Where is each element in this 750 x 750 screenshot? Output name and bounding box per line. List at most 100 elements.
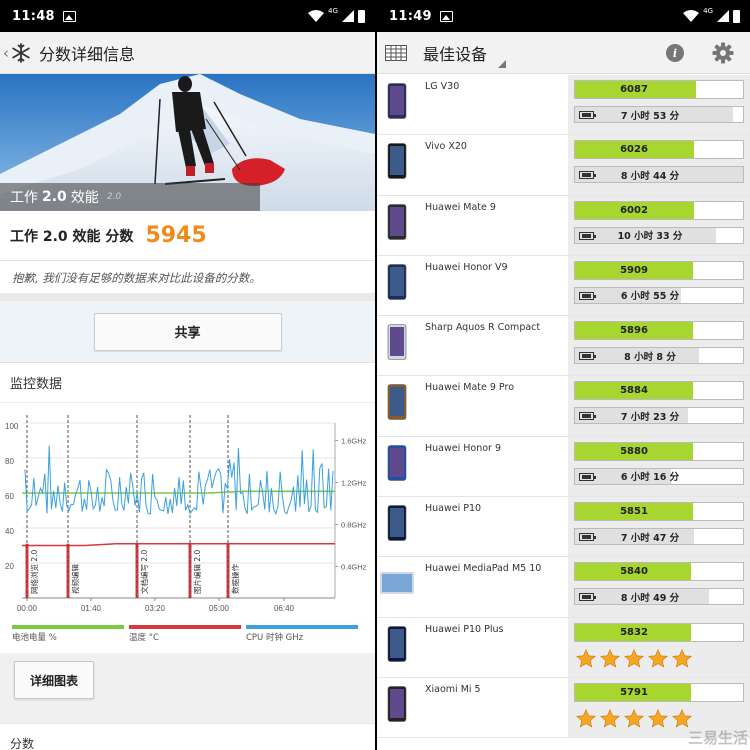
star-rating-icon — [624, 648, 644, 668]
status-bar-right: 11:49 4G — [377, 0, 750, 32]
score-bar: 5884 — [574, 381, 744, 401]
device-score: 5832 — [620, 626, 648, 638]
device-score-cell: 6002 10 小时 33 分 — [568, 195, 750, 255]
y-left-tick-label: 20 — [5, 562, 14, 571]
y-right-tick-label: 1.2GHz — [341, 479, 367, 488]
device-name: Huawei P10 Plus — [425, 623, 504, 635]
phase-marker — [188, 543, 192, 598]
device-name: Sharp Aquos R Compact — [425, 322, 541, 334]
gear-icon[interactable] — [712, 42, 734, 64]
star-rating-icon — [600, 648, 620, 668]
score-bar: 5896 — [574, 321, 744, 341]
page-title: 分数详细信息 — [39, 44, 136, 64]
battery-life-bar: 10 小时 33 分 — [574, 226, 744, 244]
phase-annotation: 网络浏览 2.0 — [29, 549, 39, 594]
score-bar: 5909 — [574, 260, 744, 280]
app-bar-right: 最佳设备 i — [377, 32, 750, 74]
star-rating-icon — [600, 709, 620, 728]
device-score: 6087 — [620, 84, 648, 95]
legend-cpu-label: CPU 时钟 GHz — [246, 633, 304, 643]
device-row[interactable]: Vivo X20 6026 8 小时 44 分 — [377, 135, 750, 196]
table-view-icon[interactable] — [385, 44, 407, 61]
device-row[interactable]: Huawei Mate 9 6002 10 小时 33 分 — [377, 195, 750, 256]
hero-caption: 工作 2.0 效能 2.0 — [0, 183, 260, 211]
best-devices-screen: 11:49 4G 最佳设备 i LG V30 6087 7 小时 53 分 Vi… — [377, 0, 750, 750]
battery-icon — [358, 9, 365, 23]
device-score-cell: 5840 8 小时 49 分 — [568, 557, 750, 617]
hero-caption-tag: 2.0 — [106, 192, 122, 202]
battery-life-value: 8 小时 8 分 — [624, 351, 676, 363]
app-bar: ‹ 分数详细信息 — [0, 32, 375, 74]
status-icons-right: 4G — [683, 0, 740, 32]
device-score-cell: 6026 8 小时 44 分 — [568, 135, 750, 195]
device-row[interactable]: LG V30 6087 7 小时 53 分 — [377, 75, 750, 136]
device-thumbnail-icon — [387, 444, 407, 481]
monitoring-chart: 100 80 60 40 20 1.6GHz 1.2GHz 0.8GHz 0.4GHz 00:00… — [0, 403, 375, 653]
device-row[interactable]: Huawei Honor V9 5909 6 小时 55 分 — [377, 255, 750, 317]
phase-marker — [25, 543, 29, 598]
battery-life-bar: 7 小时 47 分 — [574, 528, 744, 546]
phase-annotation: 图片编辑 2.0 — [192, 549, 202, 594]
image-notification-icon — [439, 10, 453, 22]
share-button[interactable]: 共享 — [93, 312, 282, 351]
device-thumbnail-icon — [380, 572, 414, 595]
device-score-cell: 5909 6 小时 55 分 — [568, 255, 750, 316]
star-rating-icon — [672, 648, 692, 668]
info-icon[interactable]: i — [666, 44, 684, 62]
device-thumbnail-icon — [387, 264, 407, 300]
device-name: Vivo X20 — [425, 141, 467, 153]
device-name: Huawei Honor V9 — [425, 261, 508, 273]
star-rating — [576, 709, 692, 728]
device-row[interactable]: Huawei P10 5851 7 小时 47 分 — [377, 497, 750, 558]
detail-chart-button[interactable]: 详细图表 — [14, 661, 94, 699]
score-bar: 5832 — [574, 622, 744, 642]
battery-life-value: 7 小时 47 分 — [620, 532, 680, 544]
device-thumbnail-icon — [387, 143, 407, 180]
score-bar: 6087 — [574, 80, 744, 99]
device-row[interactable]: Sharp Aquos R Compact 5896 8 小时 8 分 — [377, 316, 750, 377]
battery-life-bar: 6 小时 55 分 — [574, 286, 744, 304]
device-score: 5851 — [620, 506, 648, 518]
hero-caption-work: 工作 — [10, 190, 38, 206]
legend-battery: 电池电量 % — [12, 625, 124, 643]
back-icon[interactable]: ‹ — [3, 44, 9, 62]
device-row[interactable]: Huawei P10 Plus 5832 — [377, 617, 750, 678]
device-row[interactable]: Huawei Honor 9 5880 6 小时 16 分 — [377, 436, 750, 498]
battery-life-value: 8 小时 49 分 — [620, 592, 680, 604]
y-left-tick-label: 60 — [5, 492, 14, 501]
device-row[interactable]: Huawei MediaPad M5 10 5840 8 小时 49 分 — [377, 557, 750, 618]
best-devices-dropdown[interactable]: 最佳设备 — [423, 41, 487, 65]
y-right-tick-label: 0.8GHz — [341, 521, 367, 530]
device-thumbnail-icon — [387, 384, 407, 421]
y-left-tick-label: 100 — [5, 422, 19, 431]
device-score-cell: 5851 7 小时 47 分 — [568, 497, 750, 557]
x-tick-label: 00:00 — [17, 604, 38, 613]
device-score-cell: 5880 6 小时 16 分 — [568, 436, 750, 497]
x-tick-label: 01:40 — [81, 604, 102, 613]
device-score-cell: 5884 7 小时 23 分 — [568, 376, 750, 436]
detail-chart-section: 详细图表 — [0, 653, 375, 723]
image-notification-icon — [62, 10, 76, 22]
dropdown-triangle-icon[interactable] — [498, 60, 506, 68]
score-bar: 6002 — [574, 200, 744, 220]
device-row[interactable]: Huawei Mate 9 Pro 5884 7 小时 23 分 — [377, 376, 750, 437]
device-score: 5884 — [620, 385, 648, 397]
signal-icon — [342, 10, 354, 22]
legend-temperature-swatch — [129, 625, 241, 629]
device-ranking-list: LG V30 6087 7 小时 53 分 Vivo X20 6026 8 小时… — [377, 75, 750, 739]
score-bar: 5840 — [574, 562, 744, 582]
battery-life-bar: 8 小时 8 分 — [574, 347, 744, 365]
status-icons: 4G — [308, 0, 365, 32]
device-score: 6002 — [620, 204, 648, 216]
star-rating-icon — [576, 648, 596, 668]
y-left-tick-label: 40 — [5, 527, 14, 536]
hero-caption-perf: 效能 — [70, 190, 99, 206]
device-thumbnail-icon — [387, 83, 407, 119]
star-rating-icon — [576, 709, 596, 728]
monitoring-chart-svg: 100 80 60 40 20 1.6GHz 1.2GHz 0.8GHz 0.4GHz 00:00… — [5, 415, 367, 613]
battery-life-value: 7 小时 53 分 — [620, 110, 680, 122]
score-details-screen: 11:48 4G ‹ 分数详细信息 工作 2.0 效能 2.0 工作 2.0 效… — [0, 0, 375, 750]
legend-temperature: 温度 °C — [129, 625, 241, 643]
share-section: 共享 — [0, 301, 375, 363]
network-type-icon: 4G — [328, 7, 338, 15]
